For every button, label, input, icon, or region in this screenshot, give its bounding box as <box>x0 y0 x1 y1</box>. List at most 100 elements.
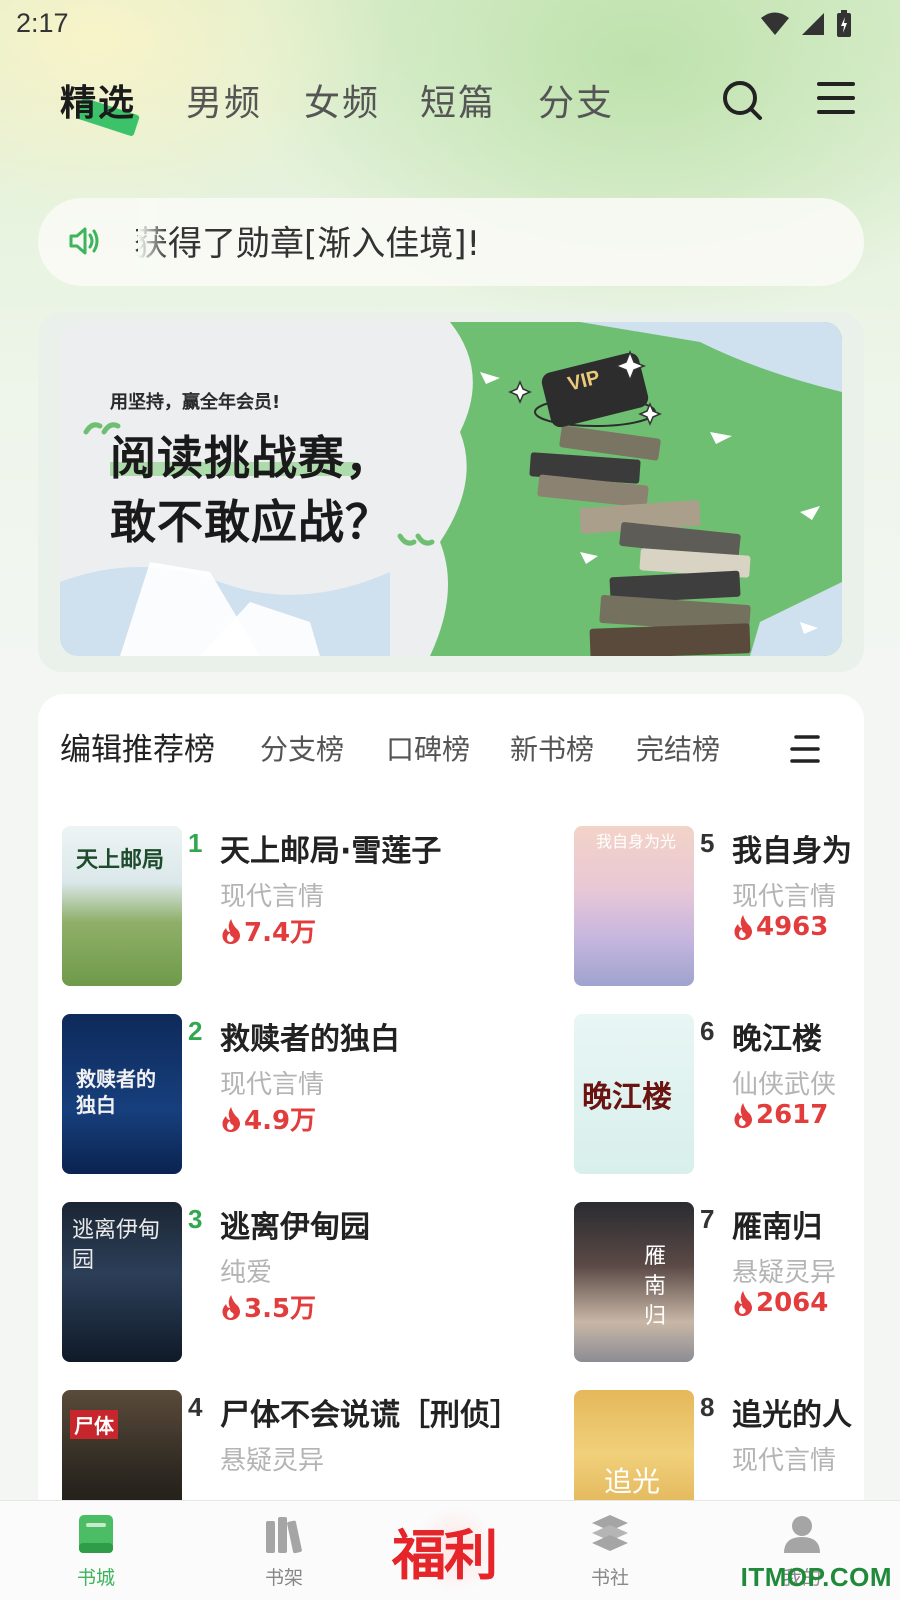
speaker-icon <box>69 227 99 255</box>
tab-branch[interactable]: 分支 <box>538 74 614 126</box>
status-bar: 2:17 <box>0 0 900 50</box>
book-genre: 现代言情 <box>220 882 325 912</box>
book-heat-value: 4963 <box>756 912 829 942</box>
notice-bar[interactable]: 获得了勋章[渐入佳境]! <box>38 198 864 286</box>
status-time: 2:17 <box>16 8 69 38</box>
notice-text: 获得了勋章[渐入佳境]! <box>134 224 481 264</box>
nav-label: 书城 <box>76 1567 115 1589</box>
book-heat: 4963 <box>732 912 828 942</box>
battery-icon <box>837 10 851 37</box>
nav-welfare[interactable]: 福利 <box>392 1511 498 1590</box>
book-icon <box>79 1515 113 1553</box>
nav-community[interactable]: 书社 <box>560 1513 660 1590</box>
rank-list-menu-icon[interactable] <box>790 734 822 764</box>
rank-tab-finished[interactable]: 完结榜 <box>636 728 720 768</box>
book-genre: 悬疑灵异 <box>732 1258 837 1288</box>
book-title: 救赎者的独白 <box>220 1022 400 1057</box>
fire-icon <box>734 1103 752 1128</box>
book-cover: 逃离伊甸园 <box>62 1202 182 1362</box>
fire-icon <box>222 1106 240 1132</box>
menu-icon[interactable] <box>816 78 856 118</box>
watermark: ITMOP.COM <box>740 1562 892 1592</box>
book-heat-value: 2064 <box>756 1288 829 1318</box>
rank-tab-editor[interactable]: 编辑推荐榜 <box>60 724 215 769</box>
book-title: 尸体不会说谎［刑侦］ <box>220 1398 520 1433</box>
banner-title-line1: 阅读挑战赛， <box>110 431 392 485</box>
rank-number: 5 <box>700 828 715 858</box>
bookshelf-icon <box>266 1517 302 1554</box>
book-heat-value: 3.5万 <box>244 1294 317 1324</box>
banner-card: VIP 用坚持，赢全年会员! 阅读挑战赛， 敢不敢应战？ <box>38 312 864 672</box>
book-item[interactable]: 雁南归 7 雁南归 悬疑灵异 2064 <box>574 1202 864 1372</box>
book-cover-title: 尸体 <box>70 1410 118 1439</box>
book-item[interactable]: 晚江楼 6 晚江楼 仙侠武侠 2617 <box>574 1014 864 1184</box>
wifi-icon <box>761 12 789 35</box>
book-title: 晚江楼 <box>732 1022 822 1057</box>
rank-tab-reputation[interactable]: 口碑榜 <box>386 728 470 768</box>
book-heat-value: 4.9万 <box>244 1106 317 1136</box>
book-title: 追光的人 <box>732 1398 852 1433</box>
book-title: 逃离伊甸园 <box>220 1210 370 1245</box>
rank-number: 2 <box>188 1016 203 1046</box>
book-heat: 4.9万 <box>220 1100 316 1137</box>
book-title: 我自身为 <box>732 834 852 869</box>
tab-short[interactable]: 短篇 <box>420 74 496 126</box>
book-item[interactable]: 逃离伊甸园 3 逃离伊甸园 纯爱 3.5万 <box>62 1202 482 1372</box>
book-cover: 晚江楼 <box>574 1014 694 1174</box>
rank-number: 6 <box>700 1016 715 1046</box>
book-item[interactable]: 天上邮局 1 天上邮局·雪莲子 现代言情 7.4万 <box>62 826 482 996</box>
signal-icon <box>802 13 824 35</box>
tab-featured[interactable]: 精选 <box>60 74 136 126</box>
book-cover-title: 我自身为光 <box>596 832 677 851</box>
book-genre: 现代言情 <box>732 1446 837 1476</box>
banner-title: 阅读挑战赛， 敢不敢应战？ <box>110 426 392 554</box>
book-cover: 我自身为光 <box>574 826 694 986</box>
top-nav: 精选 男频 女频 短篇 分支 <box>0 66 900 137</box>
ranking-card: 编辑推荐榜 分支榜 口碑榜 新书榜 完结榜 天上邮局 1 天上邮局·雪莲子 现代… <box>38 694 864 1600</box>
tab-female[interactable]: 女频 <box>304 74 380 126</box>
book-heat: 2617 <box>732 1100 828 1130</box>
book-genre: 悬疑灵异 <box>220 1446 325 1476</box>
rank-number: 1 <box>188 828 203 858</box>
ranking-card-content: 编辑推荐榜 分支榜 口碑榜 新书榜 完结榜 天上邮局 1 天上邮局·雪莲子 现代… <box>38 694 864 1600</box>
book-cover: 救赎者的独白 <box>62 1014 182 1174</box>
status-icons <box>760 10 852 38</box>
search-icon[interactable] <box>720 78 764 122</box>
book-stack-icon <box>592 1515 628 1551</box>
nav-bookstore[interactable]: 书城 <box>46 1513 146 1590</box>
book-cover-title: 追光 <box>604 1465 661 1498</box>
tab-male[interactable]: 男频 <box>186 74 262 126</box>
book-cover-title: 逃离伊甸园 <box>72 1218 161 1273</box>
book-title: 雁南归 <box>732 1210 822 1245</box>
book-heat: 7.4万 <box>220 912 316 949</box>
book-cover-title: 雁南归 <box>644 1244 667 1329</box>
book-cover-title: 救赎者的独白 <box>76 1067 156 1117</box>
book-cover-title: 天上邮局 <box>76 847 165 873</box>
book-item[interactable]: 我自身为光 5 我自身为 现代言情 4963 <box>574 826 864 996</box>
book-genre: 现代言情 <box>220 1070 325 1100</box>
nav-label: 书架 <box>264 1567 303 1589</box>
notice-fade <box>138 198 168 286</box>
rank-tab-branch[interactable]: 分支榜 <box>260 728 344 768</box>
nav-bookshelf[interactable]: 书架 <box>234 1513 334 1590</box>
rank-number: 7 <box>700 1204 715 1234</box>
book-heat: 2064 <box>732 1288 828 1318</box>
fire-icon <box>734 915 752 940</box>
fire-icon <box>734 1291 752 1316</box>
book-cover: 天上邮局 <box>62 826 182 986</box>
rank-number: 4 <box>188 1392 203 1422</box>
book-genre: 仙侠武侠 <box>732 1070 837 1100</box>
nav-label: 书社 <box>590 1567 629 1589</box>
rank-tab-new[interactable]: 新书榜 <box>510 728 594 768</box>
banner-title-line2: 敢不敢应战？ <box>110 495 392 549</box>
book-genre: 现代言情 <box>732 882 837 912</box>
user-icon <box>784 1516 820 1553</box>
rank-number: 3 <box>188 1204 203 1234</box>
book-heat-value: 7.4万 <box>244 918 317 948</box>
reading-challenge-banner[interactable]: VIP 用坚持，赢全年会员! 阅读挑战赛， 敢不敢应战？ <box>60 322 842 656</box>
fire-icon <box>222 918 240 944</box>
rank-number: 8 <box>700 1392 715 1422</box>
book-cover-title: 晚江楼 <box>582 1080 672 1115</box>
book-heat: 3.5万 <box>220 1288 316 1325</box>
book-item[interactable]: 救赎者的独白 2 救赎者的独白 现代言情 4.9万 <box>62 1014 482 1184</box>
